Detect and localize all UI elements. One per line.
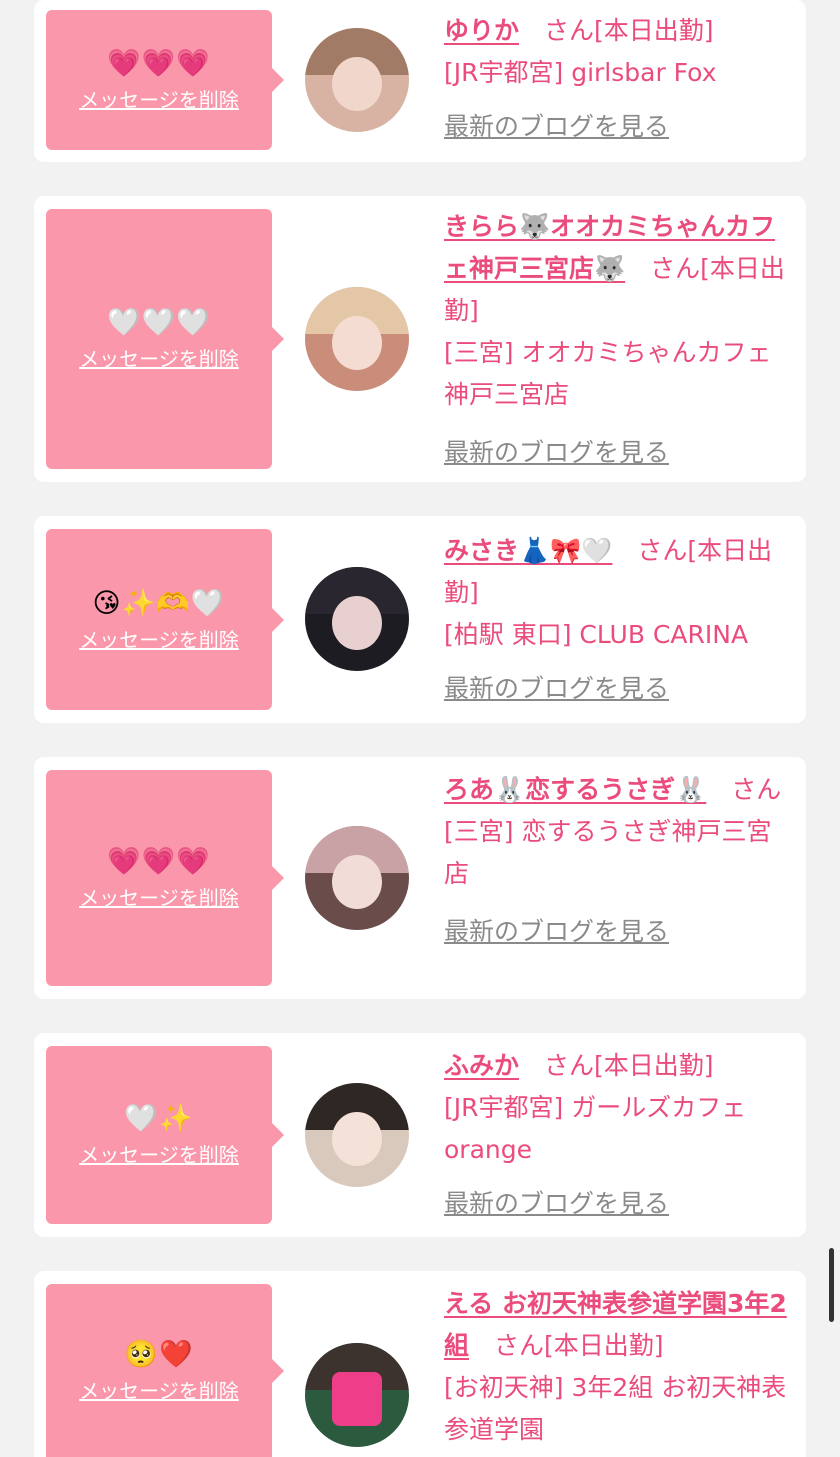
latest-blog-link[interactable]: 最新のブログを見る [444, 432, 790, 474]
delete-message-link[interactable]: メッセージを削除 [79, 627, 239, 653]
avatar[interactable] [305, 287, 409, 391]
cast-name-link[interactable]: ゆりか [444, 16, 519, 45]
avatar[interactable] [305, 1343, 409, 1447]
shop-info: [JR宇都宮] girlsbar Fox [444, 58, 717, 87]
delete-message-link[interactable]: メッセージを削除 [79, 1378, 239, 1404]
message-bubble: 🤍🤍🤍 メッセージを削除 [46, 209, 284, 469]
favorite-card: 🥺❤️ メッセージを削除 える お初天神表参道学園3年2組 さん[本日出勤] [… [34, 1271, 806, 1457]
shop-info: [柏駅 東口] CLUB CARINA [444, 620, 749, 649]
shop-info: [三宮] 恋するうさぎ神戸三宮店 [444, 817, 772, 888]
latest-blog-link[interactable]: 最新のブログを見る [444, 911, 790, 953]
avatar[interactable] [305, 28, 409, 132]
cast-name-link[interactable]: ろあ🐰恋するうさぎ🐰 [444, 775, 706, 804]
message-emojis: 🤍✨ [124, 1103, 194, 1134]
cast-name-link[interactable]: ふみか [444, 1051, 519, 1080]
shop-info: [お初天神] 3年2組 お初天神表参道学園 [444, 1373, 787, 1444]
avatar[interactable] [305, 1083, 409, 1187]
shop-info: [JR宇都宮] ガールズカフェorange [444, 1093, 747, 1164]
delete-message-link[interactable]: メッセージを削除 [79, 346, 239, 372]
favorite-card: 💗💗💗 メッセージを削除 ろあ🐰恋するうさぎ🐰 さん [三宮] 恋するうさぎ神戸… [34, 757, 806, 999]
delete-message-link[interactable]: メッセージを削除 [79, 885, 239, 911]
card-info: みさき👗🎀🤍 さん[本日出勤] [柏駅 東口] CLUB CARINA 最新のブ… [444, 530, 790, 710]
message-bubble: 🤍✨ メッセージを削除 [46, 1046, 284, 1224]
cast-status: さん[本日出勤] [519, 1051, 714, 1080]
favorite-card: 😘✨🫶🤍 メッセージを削除 みさき👗🎀🤍 さん[本日出勤] [柏駅 東口] CL… [34, 516, 806, 723]
message-bubble: 🥺❤️ メッセージを削除 [46, 1284, 284, 1457]
avatar[interactable] [305, 567, 409, 671]
message-emojis: 🥺❤️ [124, 1338, 194, 1370]
favorite-card: 🤍✨ メッセージを削除 ふみか さん[本日出勤] [JR宇都宮] ガールズカフェ… [34, 1033, 806, 1237]
delete-message-link[interactable]: メッセージを削除 [79, 1142, 239, 1168]
cast-status: さん [706, 775, 782, 804]
latest-blog-link[interactable]: 最新のブログを見る [444, 668, 790, 710]
favorite-card: 💗💗💗 メッセージを削除 ゆりか さん[本日出勤] [JR宇都宮] girlsb… [34, 0, 806, 162]
message-emojis: 😘✨🫶🤍 [92, 587, 226, 619]
card-info: きらら🐺オオカミちゃんカフェ神戸三宮店🐺 さん[本日出勤] [三宮] オオカミち… [444, 206, 790, 474]
card-info: ろあ🐰恋するうさぎ🐰 さん [三宮] 恋するうさぎ神戸三宮店 最新のブログを見る [444, 769, 790, 953]
scrollbar[interactable] [829, 1248, 834, 1322]
shop-info: [三宮] オオカミちゃんカフェ神戸三宮店 [444, 338, 772, 409]
latest-blog-link[interactable]: 最新のブログを見る [444, 1183, 790, 1225]
message-bubble: 💗💗💗 メッセージを削除 [46, 770, 284, 986]
message-bubble: 💗💗💗 メッセージを削除 [46, 10, 284, 150]
cast-status: さん[本日出勤] [519, 16, 714, 45]
cast-name-link[interactable]: みさき👗🎀🤍 [444, 536, 612, 565]
card-info: ふみか さん[本日出勤] [JR宇都宮] ガールズカフェorange 最新のブロ… [444, 1045, 790, 1225]
message-emojis: 💗💗💗 [107, 48, 211, 79]
card-info: える お初天神表参道学園3年2組 さん[本日出勤] [お初天神] 3年2組 お初… [444, 1283, 790, 1451]
delete-message-link[interactable]: メッセージを削除 [79, 87, 239, 113]
message-emojis: 💗💗💗 [107, 846, 211, 877]
message-bubble: 😘✨🫶🤍 メッセージを削除 [46, 529, 284, 710]
latest-blog-link[interactable]: 最新のブログを見る [444, 106, 790, 148]
cast-status: さん[本日出勤] [469, 1331, 664, 1360]
message-emojis: 🤍🤍🤍 [107, 307, 211, 338]
favorite-card: 🤍🤍🤍 メッセージを削除 きらら🐺オオカミちゃんカフェ神戸三宮店🐺 さん[本日出… [34, 196, 806, 482]
avatar[interactable] [305, 826, 409, 930]
card-info: ゆりか さん[本日出勤] [JR宇都宮] girlsbar Fox 最新のブログ… [444, 10, 790, 148]
